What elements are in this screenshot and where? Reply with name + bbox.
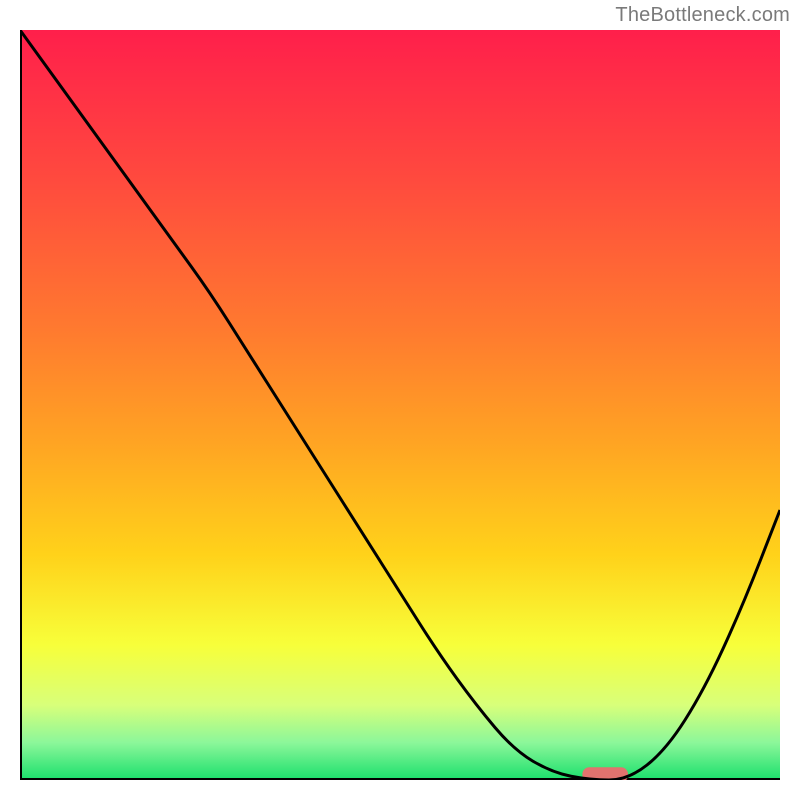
watermark-text: TheBottleneck.com <box>615 4 790 27</box>
gradient-background <box>20 30 780 780</box>
chart-container <box>20 30 780 780</box>
bottleneck-curve-chart <box>20 30 780 780</box>
